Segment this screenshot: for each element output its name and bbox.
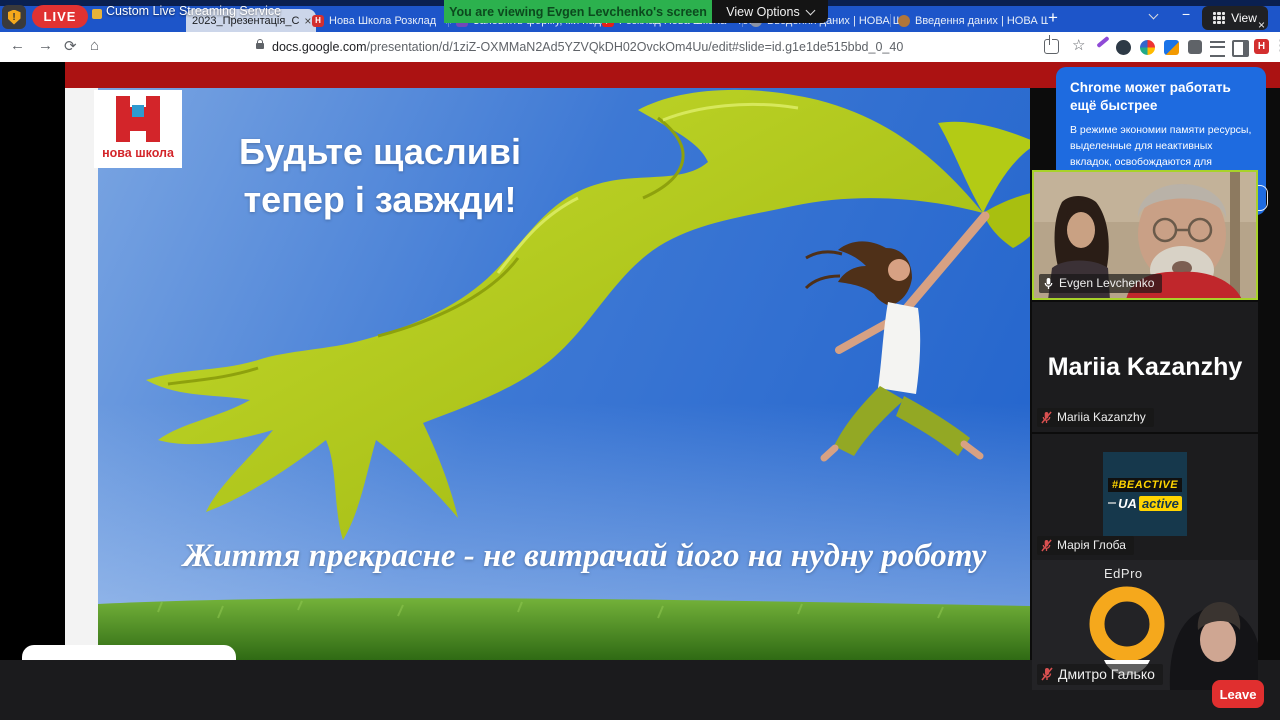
- lock-icon: [256, 39, 264, 49]
- video-tile-dmytro[interactable]: EdPro Дмитро Галько: [1032, 560, 1258, 690]
- new-tab-button[interactable]: +: [1048, 8, 1058, 28]
- browser-menu-icon[interactable]: ⋮: [1273, 36, 1280, 54]
- shield-icon: !: [7, 9, 21, 25]
- url-path: /presentation/d/1ziZ-OXMMaN2Ad5YZVQkDH02…: [366, 40, 904, 54]
- logo-active: active: [1138, 495, 1182, 511]
- dark-extension-icon[interactable]: [1116, 40, 1131, 55]
- stream-service-icon: [92, 9, 102, 19]
- reload-icon[interactable]: ⟳: [64, 37, 77, 55]
- window-close-button[interactable]: ×: [1258, 18, 1265, 32]
- slide-caption: Життя прекрасне - не витрачай його на ну…: [183, 538, 987, 574]
- mic-muted-icon: [1041, 411, 1052, 423]
- participant-name: Марія Глоба: [1057, 538, 1126, 552]
- edpro-logo-text: EdPro: [1104, 566, 1143, 581]
- gallery-grid-icon: [1213, 12, 1226, 24]
- zoom-security-shield[interactable]: !: [2, 5, 26, 29]
- participant-name-label: Evgen Levchenko: [1039, 274, 1163, 293]
- extensions-puzzle-icon[interactable]: [1188, 40, 1202, 54]
- tab-separator: [890, 14, 891, 27]
- tab-title: Нова Школа Розклад: [329, 14, 437, 27]
- url-host: docs.google.com: [272, 40, 367, 54]
- presentation-slide: Будьте щасливі тепер і завжди! Життя пре…: [98, 88, 1030, 660]
- mic-muted-icon: [1041, 667, 1053, 681]
- reading-list-icon[interactable]: [1210, 41, 1225, 57]
- nova-school-logo: нова школа: [94, 90, 182, 168]
- video-tile-mariia[interactable]: Mariia Kazanzhy Mariia Kazanzhy: [1032, 302, 1258, 432]
- slides-tooltip-fragment: [22, 645, 236, 660]
- address-bar[interactable]: docs.google.com/presentation/d/1ziZ-OXMM…: [272, 40, 903, 54]
- participant-name-label: Дмитро Галько: [1037, 664, 1163, 685]
- tab-title: Введення даних | НОВА ШК...: [915, 14, 1048, 27]
- slide-title-line1: Будьте щасливі: [239, 131, 521, 172]
- side-panel-icon[interactable]: [1232, 40, 1249, 57]
- view-options-label: View Options: [726, 4, 800, 19]
- mic-icon: [1044, 277, 1053, 289]
- nova-school-favicon: Н: [312, 14, 324, 27]
- tab-data-entry-2[interactable]: Введення даних | НОВА ШК... ×: [892, 9, 1048, 32]
- back-icon[interactable]: ←: [10, 37, 25, 54]
- live-badge: LIVE: [32, 5, 88, 28]
- logo-dash: [1108, 502, 1117, 504]
- participant-name-label: Mariia Kazanzhy: [1037, 408, 1154, 427]
- slide-title: Будьте щасливі тепер і завжди!: [230, 128, 530, 224]
- blue-orange-extension-icon[interactable]: [1164, 40, 1179, 55]
- video-tile-globa[interactable]: #BEACTIVE UA active Марія Глоба: [1032, 434, 1258, 560]
- participant-name: Дмитро Галько: [1058, 666, 1155, 682]
- colorful-extension-icon[interactable]: [1140, 40, 1155, 55]
- mic-muted-icon: [1041, 539, 1052, 551]
- stream-service-title: Custom Live Streaming Service: [106, 4, 282, 18]
- view-button-label: View: [1231, 11, 1257, 25]
- nova-school-extension-icon[interactable]: Н: [1254, 39, 1269, 54]
- popup-title: Chrome может работать ещё быстрее: [1070, 80, 1231, 114]
- jumping-woman: [804, 211, 990, 462]
- video-tile-evgen[interactable]: Evgen Levchenko: [1032, 170, 1258, 300]
- slide-title-line2: тепер і завжди!: [243, 179, 517, 220]
- leave-button[interactable]: Leave: [1212, 680, 1264, 708]
- home-icon[interactable]: ⌂: [90, 37, 99, 54]
- letterbox-left: [0, 62, 65, 660]
- forward-icon[interactable]: →: [38, 37, 53, 54]
- share-page-icon[interactable]: [1044, 35, 1059, 54]
- nova-school-h-icon: [116, 96, 160, 142]
- participant-name-label: Марія Глоба: [1037, 536, 1134, 555]
- slide-left-margin: [65, 88, 98, 660]
- view-options-button[interactable]: View Options: [712, 0, 828, 23]
- logo-caption: нова школа: [102, 146, 174, 160]
- participant-name: Mariia Kazanzhy: [1057, 410, 1146, 424]
- beactive-hashtag: #BEACTIVE: [1107, 477, 1183, 492]
- bookmark-star-icon[interactable]: ☆: [1072, 36, 1085, 54]
- site-favicon: [898, 14, 910, 27]
- tab-rozklad[interactable]: Н Нова Школа Розклад ×: [306, 9, 458, 32]
- chevron-down-icon: [805, 5, 816, 15]
- viewing-screen-banner: You are viewing Evgen Levchenko's screen: [444, 0, 712, 23]
- logo-ua: UA: [1118, 495, 1137, 511]
- participant-name: Evgen Levchenko: [1059, 276, 1155, 290]
- beactive-logo: #BEACTIVE UA active: [1103, 452, 1187, 536]
- window-minimize-button[interactable]: −: [1182, 6, 1190, 22]
